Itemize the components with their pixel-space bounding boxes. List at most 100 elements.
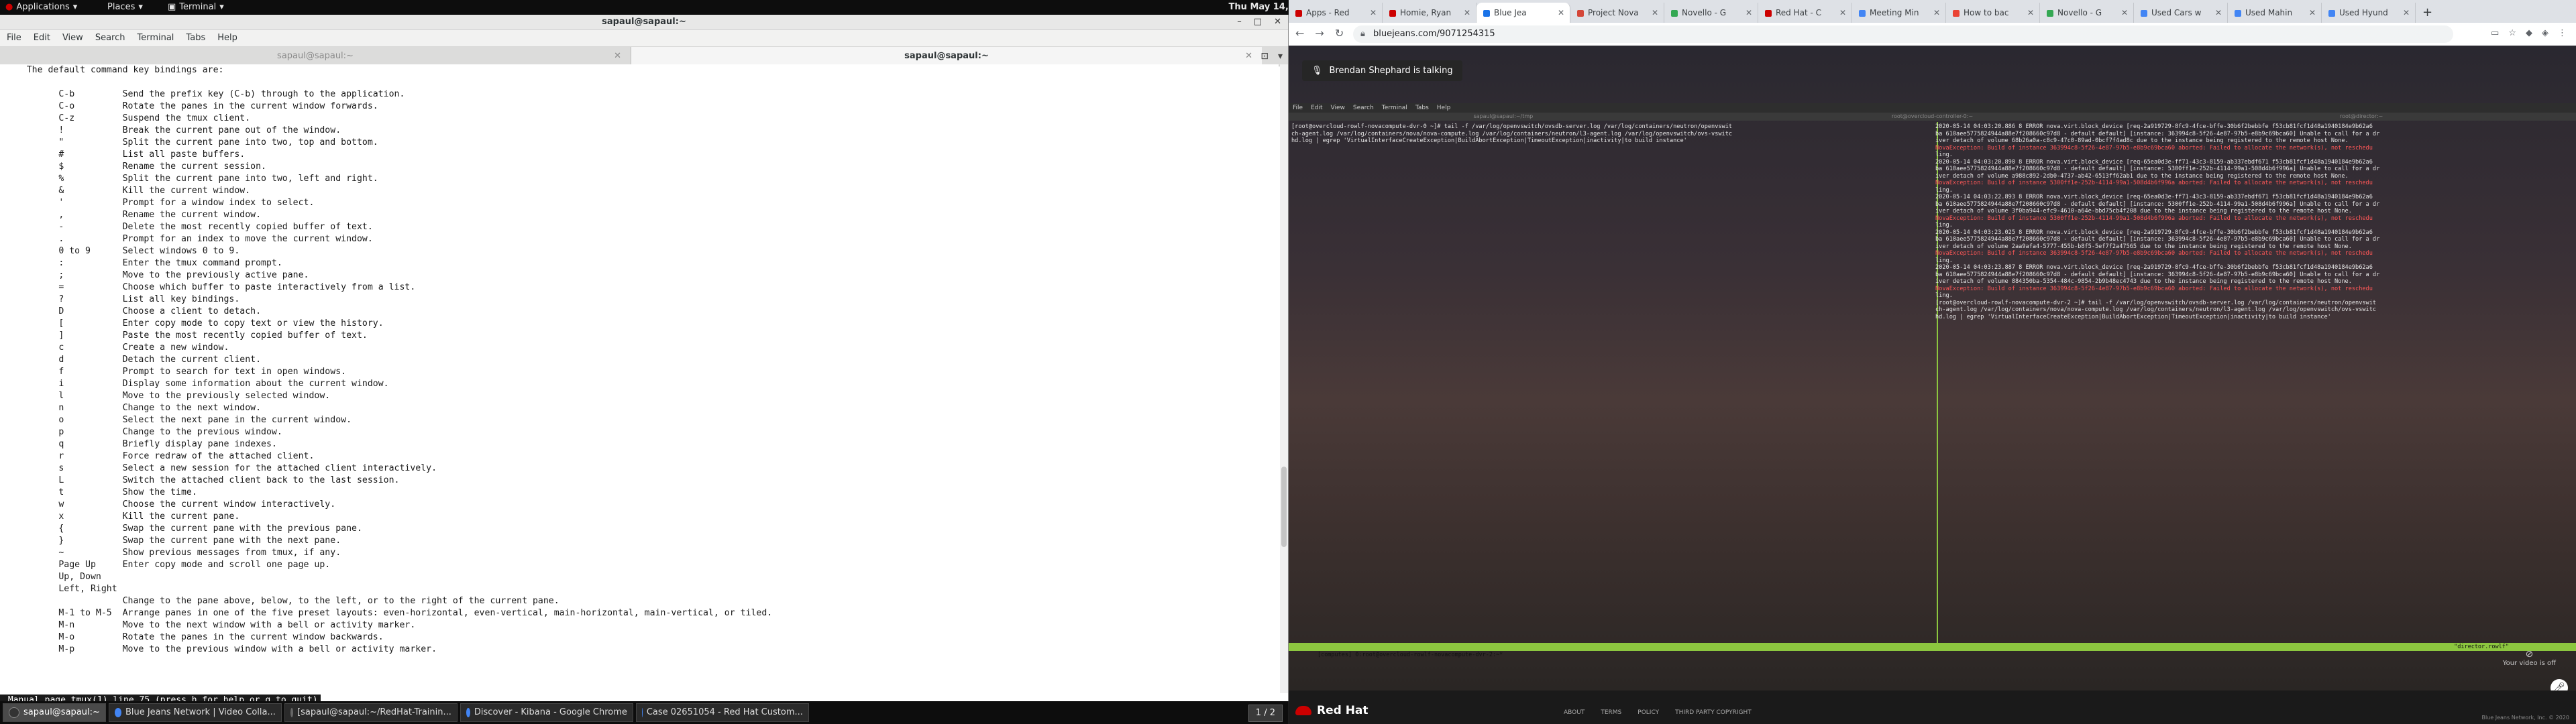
terminal-output[interactable]: The default command key bindings are: C-…: [0, 64, 1279, 693]
terminal-line: d Detach the current client.: [0, 355, 262, 365]
window-titlebar[interactable]: sapaul@sapaul:~ – □ ✕: [0, 15, 1288, 30]
close-icon[interactable]: ✕: [2403, 3, 2410, 23]
terminal-line: $ Rename the current session.: [0, 162, 266, 172]
forward-icon[interactable]: →: [1315, 27, 1324, 40]
close-icon[interactable]: ✕: [1274, 15, 1281, 29]
terminal-line: M-p Move to the previous window with a b…: [0, 644, 437, 654]
extension-icon[interactable]: ◈: [2542, 28, 2548, 38]
terminal-line: c Create a new window.: [0, 343, 229, 353]
taskbar-item-kibana[interactable]: Discover - Kibana - Google Chrome: [460, 703, 633, 722]
extension-icon[interactable]: ◆: [2526, 28, 2532, 38]
close-icon[interactable]: ✕: [2027, 3, 2034, 23]
places-menu[interactable]: Places ▾: [107, 2, 143, 12]
log-line: NovaException: Build of instance 5300ff1…: [1935, 215, 2373, 222]
back-icon[interactable]: ←: [1295, 27, 1304, 40]
terminal-line: C-b Send the prefix key (C-b) through to…: [0, 89, 405, 99]
terminal-line: s Select a new session for the attached …: [0, 463, 437, 473]
favicon-icon: [1389, 9, 1396, 17]
scrollbar[interactable]: [1280, 64, 1288, 693]
menu-tabs[interactable]: Tabs: [186, 30, 205, 46]
log-line: ba 610aee5775824944a88e7f208660c97d8 - d…: [1935, 166, 2380, 172]
menu-view[interactable]: View: [62, 30, 83, 46]
close-icon[interactable]: ✕: [1933, 3, 1940, 23]
terminal-tab-2[interactable]: sapaul@sapaul:~ ✕: [631, 47, 1262, 66]
terminal-line: ? List all key bindings.: [0, 294, 240, 304]
close-icon[interactable]: ✕: [1464, 3, 1470, 23]
terminal-app-menu[interactable]: ▣ Terminal ▾: [168, 2, 224, 12]
close-icon[interactable]: ✕: [1245, 47, 1252, 66]
redhat-icon: ●: [5, 2, 13, 12]
taskbar-item-case[interactable]: Case 02651054 - Red Hat Custom...: [635, 703, 809, 722]
favicon-icon: [2235, 9, 2241, 17]
footer-link-terms[interactable]: TERMS: [1601, 709, 1621, 716]
close-icon[interactable]: ✕: [1370, 3, 1377, 23]
scrollbar-thumb[interactable]: [1281, 467, 1287, 547]
chevron-down-icon[interactable]: ▾: [1278, 47, 1283, 66]
terminal-line: , Rename the current window.: [0, 210, 262, 220]
browser-tab[interactable]: Novello - G ✕: [2040, 3, 2134, 23]
close-icon[interactable]: ✕: [2309, 3, 2316, 23]
close-icon[interactable]: ✕: [1746, 3, 1752, 23]
mic-button[interactable]: 🎤︎: [2551, 679, 2568, 690]
browser-tab[interactable]: Red Hat - C ✕: [1758, 3, 1852, 23]
minimize-icon[interactable]: –: [1237, 15, 1242, 29]
terminal-line: M-1 to M-5 Arrange panes in one of the f…: [0, 608, 773, 618]
browser-tab[interactable]: Novello - G ✕: [1664, 3, 1758, 23]
video-off-indicator[interactable]: ⊘ Your video is off: [2503, 649, 2556, 667]
browser-tab[interactable]: Used Hyund ✕: [2322, 3, 2416, 23]
reload-icon[interactable]: ↻: [1335, 27, 1344, 40]
footer-link-policy[interactable]: POLICY: [1638, 709, 1659, 716]
shared-pane-right: 2020-05-14 04:03:20.886 8 ERROR nova.vir…: [1933, 122, 2576, 644]
address-bar[interactable]: 🔒︎ bluejeans.com/9071254315: [1353, 25, 2453, 43]
workspace-pager[interactable]: 1 / 2: [1248, 705, 1283, 722]
camera-icon[interactable]: ▭: [2491, 28, 2499, 38]
favicon-icon: [2047, 9, 2053, 17]
close-icon[interactable]: ✕: [2121, 3, 2128, 23]
close-icon[interactable]: ✕: [614, 47, 621, 66]
terminal-line: # List all paste buffers.: [0, 149, 246, 160]
star-icon[interactable]: ☆: [2508, 28, 2516, 38]
browser-tab[interactable]: Blue Jea ✕: [1477, 3, 1570, 23]
favicon-icon: [1765, 9, 1772, 17]
menu-help[interactable]: Help: [217, 30, 237, 46]
terminal-line: p Change to the previous window.: [0, 427, 282, 437]
redhat-icon: [1295, 706, 1311, 715]
terminal-line: C-z Suspend the tmux client.: [0, 113, 251, 123]
taskbar-item-bluejeans[interactable]: Blue Jeans Network | Video Colla...: [108, 703, 282, 722]
window-title: sapaul@sapaul:~: [602, 17, 686, 27]
close-icon[interactable]: ✕: [1558, 3, 1564, 23]
footer-link-copyright[interactable]: THIRD PARTY COPYRIGHT: [1675, 709, 1752, 716]
menu-icon[interactable]: ⋮: [2558, 28, 2567, 38]
close-icon[interactable]: ✕: [2215, 3, 2222, 23]
terminal-icon: [9, 707, 19, 718]
close-icon[interactable]: ✕: [1652, 3, 1658, 23]
browser-tab[interactable]: Used Mahin ✕: [2228, 3, 2322, 23]
tmux-status-bar: [computes] 0:root@overcloud-rowlf-novaco…: [1289, 643, 2576, 658]
browser-tab[interactable]: Apps - Red ✕: [1289, 3, 1383, 23]
maximize-icon[interactable]: □: [1254, 15, 1262, 29]
browser-tab[interactable]: Homie, Ryan ✕: [1383, 3, 1477, 23]
menu-search[interactable]: Search: [95, 30, 125, 46]
footer-link-about[interactable]: ABOUT: [1564, 709, 1585, 716]
menu-file[interactable]: File: [7, 30, 21, 46]
applications-menu[interactable]: ● Applications ▾: [5, 2, 77, 12]
menu-edit[interactable]: Edit: [34, 30, 50, 46]
terminal-line: : Enter the tmux command prompt.: [0, 258, 282, 268]
browser-tab[interactable]: Used Cars w ✕: [2134, 3, 2228, 23]
browser-tab[interactable]: Meeting Min ✕: [1852, 3, 1946, 23]
log-line: ling.: [1935, 152, 1953, 158]
taskbar-item-terminal-training[interactable]: [sapaul@sapaul:~/RedHat-Trainin...: [284, 703, 458, 722]
new-tab-icon[interactable]: +: [2416, 3, 2439, 23]
terminal-line: { Swap the current pane with the previou…: [0, 524, 362, 534]
terminal-line: " Split the current pane into two, top a…: [0, 137, 378, 147]
menu-terminal[interactable]: Terminal: [137, 30, 174, 46]
log-line: 2020-05-14 04:03:23.025 8 ERROR nova.vir…: [1935, 229, 2373, 236]
lock-icon[interactable]: ⊡: [1260, 47, 1269, 66]
terminal-line: w Choose the current window interactivel…: [0, 499, 336, 509]
taskbar-item-terminal[interactable]: sapaul@sapaul:~: [3, 703, 106, 722]
browser-tab[interactable]: How to bac ✕: [1946, 3, 2040, 23]
terminal-window: sapaul@sapaul:~ – □ ✕ File Edit View Sea…: [0, 15, 1289, 706]
terminal-tab-1[interactable]: sapaul@sapaul:~ ✕: [0, 47, 631, 66]
browser-tab[interactable]: Project Nova ✕: [1570, 3, 1664, 23]
close-icon[interactable]: ✕: [1839, 3, 1846, 23]
